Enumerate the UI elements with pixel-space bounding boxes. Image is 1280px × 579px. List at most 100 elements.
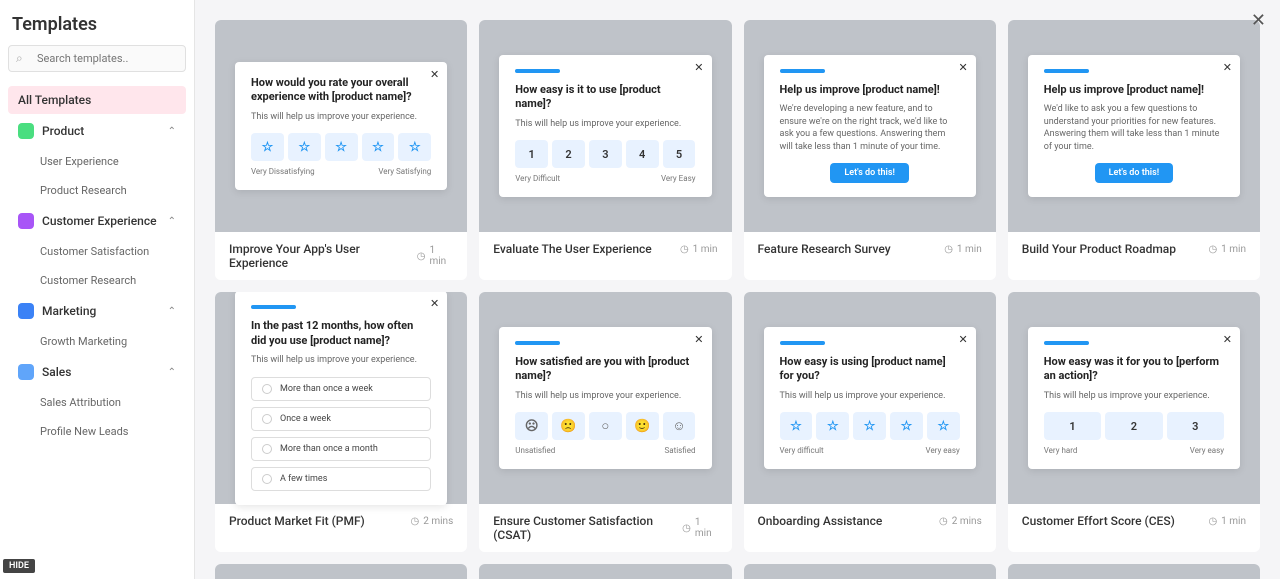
template-card[interactable]: ✕ How satisfied are you with [product nam…	[479, 292, 731, 552]
nav-child[interactable]: Customer Satisfaction	[8, 238, 186, 265]
card-preview: ✕How big is your team?	[744, 564, 996, 579]
number-option[interactable]: 3	[589, 140, 622, 168]
nav-group[interactable]: Product⌃	[8, 116, 186, 146]
template-card[interactable]: ✕ How easy is it to use [product name]? Th…	[479, 20, 731, 280]
nav-all-templates[interactable]: All Templates	[8, 86, 186, 114]
preview-close-icon[interactable]: ✕	[694, 333, 703, 346]
card-footer: Evaluate The User Experience◷ 1 min	[479, 232, 731, 266]
clock-icon: ◷	[411, 516, 420, 527]
preview-close-icon[interactable]: ✕	[430, 297, 439, 310]
hide-badge[interactable]: HIDE	[3, 559, 35, 573]
clock-icon: ◷	[1208, 516, 1217, 527]
number-option[interactable]: 1	[515, 140, 548, 168]
nav-child[interactable]: Customer Research	[8, 267, 186, 294]
template-card[interactable]: ✕Help us improve [product name]!We're de…	[744, 20, 996, 280]
template-card[interactable]: ✕In the past 12 months, how often did yo…	[215, 292, 467, 552]
nav-group-label: Customer Experience	[42, 214, 157, 228]
card-preview: ✕Help us improve [product name]!We'd lik…	[1008, 20, 1260, 232]
face-icon[interactable]: ☹	[515, 412, 548, 440]
template-card[interactable]	[215, 564, 467, 579]
radio-option[interactable]: A few times	[251, 467, 431, 491]
preview-title: Help us improve [product name]!	[1044, 83, 1224, 97]
star-icon[interactable]: ☆	[816, 412, 849, 440]
preview-close-icon[interactable]: ✕	[430, 68, 439, 81]
radio-option[interactable]: More than once a week	[251, 377, 431, 401]
nav-group-icon	[18, 364, 34, 380]
card-time: ◷ 1 min	[944, 244, 982, 255]
template-card[interactable]: ✕How easy is using [product name] for yo…	[744, 292, 996, 552]
star-icon[interactable]: ☆	[362, 133, 395, 161]
star-icon[interactable]: ☆	[780, 412, 813, 440]
preview-title: How easy was it for you to [perform an a…	[1044, 355, 1224, 384]
nav-child[interactable]: Product Research	[8, 177, 186, 204]
card-time: ◷ 1 min	[417, 245, 454, 267]
preview-close-icon[interactable]: ✕	[1223, 61, 1232, 74]
card-preview: ✕ How easy was it for you to [perform an …	[1008, 292, 1260, 504]
star-icon[interactable]: ☆	[288, 133, 321, 161]
progress-bar	[780, 341, 825, 345]
card-preview: ✕What are the top challenges your compan…	[1008, 564, 1260, 579]
nav-child[interactable]: Sales Attribution	[8, 389, 186, 416]
close-icon[interactable]: ✕	[1251, 10, 1266, 31]
number-option[interactable]: 2	[552, 140, 585, 168]
star-icon[interactable]: ☆	[251, 133, 284, 161]
face-icon[interactable]: ☺	[663, 412, 696, 440]
number-option[interactable]: 3	[1167, 412, 1224, 440]
preview-desc: This will help us improve your experienc…	[515, 118, 695, 131]
preview-close-icon[interactable]: ✕	[1223, 333, 1232, 346]
preview-close-icon[interactable]: ✕	[694, 61, 703, 74]
card-footer: Build Your Product Roadmap◷ 1 min	[1008, 232, 1260, 266]
sidebar: Templates ⌕ All Templates Product⌃User E…	[0, 0, 195, 579]
number-option[interactable]: 4	[626, 140, 659, 168]
template-card[interactable]: ✕How would you rate your overall experie…	[215, 20, 467, 280]
star-icon[interactable]: ☆	[325, 133, 358, 161]
face-icon[interactable]: 🙁	[552, 412, 585, 440]
search-input[interactable]	[8, 45, 186, 72]
scale-labels: Very difficultVery easy	[780, 446, 960, 455]
cta-button[interactable]: Let's do this!	[830, 163, 909, 183]
preview-desc: This will help us improve your experienc…	[515, 390, 695, 403]
clock-icon: ◷	[1208, 244, 1217, 255]
number-option[interactable]: 5	[663, 140, 696, 168]
preview-title: How easy is it to use [product name]?	[515, 83, 695, 112]
preview-close-icon[interactable]: ✕	[959, 333, 968, 346]
nav-child[interactable]: User Experience	[8, 148, 186, 175]
card-preview: ✕How would you rate your overall experie…	[215, 20, 467, 232]
preview-title: How satisfied are you with [product name…	[515, 355, 695, 384]
template-card[interactable]: ✕What do you value most about our servic…	[479, 564, 731, 579]
face-icon[interactable]: ○	[589, 412, 622, 440]
radio-option[interactable]: More than once a month	[251, 437, 431, 461]
star-icon[interactable]: ☆	[890, 412, 923, 440]
star-row: ☆☆☆☆☆	[780, 412, 960, 440]
card-preview: ✕ How satisfied are you with [product nam…	[479, 292, 731, 504]
progress-bar	[515, 69, 560, 73]
nav-child[interactable]: Growth Marketing	[8, 328, 186, 355]
card-footer: Customer Effort Score (CES) ◷ 1 min	[1008, 504, 1260, 538]
card-time: ◷ 1 min	[682, 517, 717, 539]
card-preview	[215, 564, 467, 579]
main-content: ✕How would you rate your overall experie…	[195, 0, 1280, 579]
nav-group[interactable]: Marketing⌃	[8, 296, 186, 326]
nav-child[interactable]: Profile New Leads	[8, 418, 186, 445]
preview-close-icon[interactable]: ✕	[959, 61, 968, 74]
card-time: ◷ 1 min	[1208, 244, 1246, 255]
card-footer: Product Market Fit (PMF)◷ 2 mins	[215, 504, 467, 538]
template-card[interactable]: ✕How big is your team?	[744, 564, 996, 579]
card-time: ◷ 1 min	[1208, 516, 1246, 527]
nav-group[interactable]: Sales⌃	[8, 357, 186, 387]
number-option[interactable]: 2	[1105, 412, 1162, 440]
radio-dot-icon	[262, 474, 272, 484]
star-icon[interactable]: ☆	[853, 412, 886, 440]
nav-group[interactable]: Customer Experience⌃	[8, 206, 186, 236]
template-card[interactable]: ✕What are the top challenges your compan…	[1008, 564, 1260, 579]
star-icon[interactable]: ☆	[398, 133, 431, 161]
cta-button[interactable]: Let's do this!	[1095, 163, 1174, 183]
star-icon[interactable]: ☆	[927, 412, 960, 440]
template-card[interactable]: ✕Help us improve [product name]!We'd lik…	[1008, 20, 1260, 280]
face-icon[interactable]: 🙂	[626, 412, 659, 440]
template-card[interactable]: ✕ How easy was it for you to [perform an …	[1008, 292, 1260, 552]
number-option[interactable]: 1	[1044, 412, 1101, 440]
radio-option[interactable]: Once a week	[251, 407, 431, 431]
card-footer: Improve Your App's User Experience◷ 1 mi…	[215, 232, 467, 280]
card-title: Customer Effort Score (CES)	[1022, 514, 1175, 528]
